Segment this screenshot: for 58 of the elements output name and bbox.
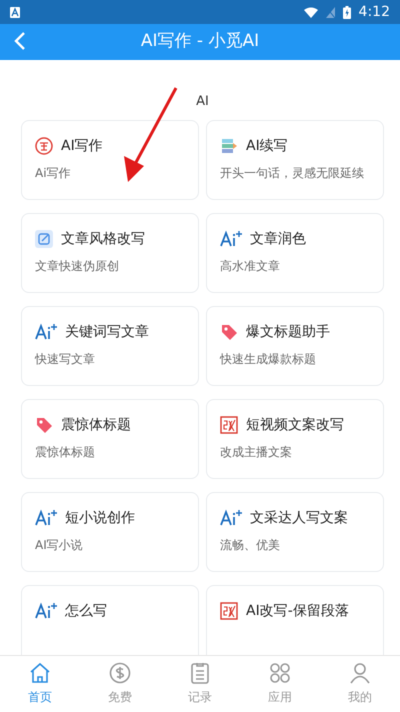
feature-card[interactable]: 爆文标题助手 快速生成爆款标题 (206, 306, 384, 386)
no-signal-icon (326, 6, 335, 18)
ai-sparkle-icon (35, 322, 57, 340)
feature-card[interactable]: 短视频文案改写 改成主播文案 (206, 398, 384, 478)
card-title: 文章风格改写 (61, 230, 145, 248)
ai-sparkle-icon (220, 230, 242, 248)
back-icon[interactable] (14, 32, 26, 50)
card-title: 震惊体标题 (61, 416, 131, 434)
card-subtitle: AI写小说 (35, 536, 84, 554)
home-icon (29, 662, 51, 684)
card-subtitle: 文章快速伪原创 (35, 258, 120, 274)
card-subtitle: 快速生成爆款标题 (220, 350, 317, 368)
rewrite-stamp-icon (220, 416, 238, 434)
card-title: 怎么写 (65, 602, 107, 620)
feature-card[interactable]: AI写作 Ai写作 (21, 120, 199, 200)
card-subtitle: 高水准文章 (220, 258, 281, 274)
notification-icon (10, 6, 20, 18)
clipboard-icon (190, 662, 210, 684)
wifi-icon (304, 6, 318, 18)
section-title: AI (195, 93, 210, 111)
card-subtitle: 开头一句话，灵感无限延续 (220, 164, 365, 182)
feature-card[interactable]: 文采达人写文案 流畅、优美 (206, 492, 384, 572)
grid-icon (269, 662, 291, 684)
ai-sparkle-icon (35, 508, 57, 526)
ai-sparkle-icon (35, 602, 57, 620)
tag-icon (35, 416, 53, 434)
card-subtitle: 改成主播文案 (220, 444, 293, 460)
page-title: AI写作 - 小觅AI (140, 30, 260, 54)
card-title: 关键词写文章 (65, 322, 149, 342)
card-title: 爆文标题助手 (246, 322, 330, 342)
feature-card[interactable]: 短小说创作 AI写小说 (21, 492, 199, 572)
card-title: AI写作 (61, 136, 103, 156)
feature-card[interactable]: 文章风格改写 文章快速伪原创 (21, 212, 199, 292)
tag-icon (220, 322, 238, 340)
clock-text: 4:12 (358, 2, 390, 22)
card-title: 文采达人写文案 (250, 508, 348, 528)
feature-card[interactable]: AI续写 开头一句话，灵感无限延续 (206, 120, 384, 200)
person-icon (349, 662, 371, 684)
card-title: AI续写 (246, 136, 288, 156)
card-subtitle: 震惊体标题 (35, 444, 96, 460)
feature-card[interactable]: 关键词写文章 快速写文章 (21, 306, 199, 386)
card-subtitle: 快速写文章 (35, 350, 96, 368)
battery-icon (342, 6, 351, 18)
layers-icon (220, 136, 238, 154)
rewrite-stamp-icon (220, 602, 238, 620)
card-subtitle: 流畅、优美 (220, 536, 281, 554)
feature-card[interactable]: 震惊体标题 震惊体标题 (21, 398, 199, 478)
seal-icon (35, 136, 53, 154)
card-subtitle: Ai写作 (35, 164, 72, 182)
nav-tab[interactable]: 首页 (0, 656, 80, 712)
card-title: 短视频文案改写 (246, 416, 344, 434)
dollar-coin-icon (109, 662, 131, 684)
edit-icon (35, 230, 53, 248)
card-title: AI改写-保留段落 (246, 602, 349, 620)
card-title: 文章润色 (250, 230, 306, 248)
ai-sparkle-icon (220, 508, 242, 526)
card-title: 短小说创作 (65, 508, 135, 528)
feature-card[interactable]: 文章润色 高水准文章 (206, 212, 384, 292)
